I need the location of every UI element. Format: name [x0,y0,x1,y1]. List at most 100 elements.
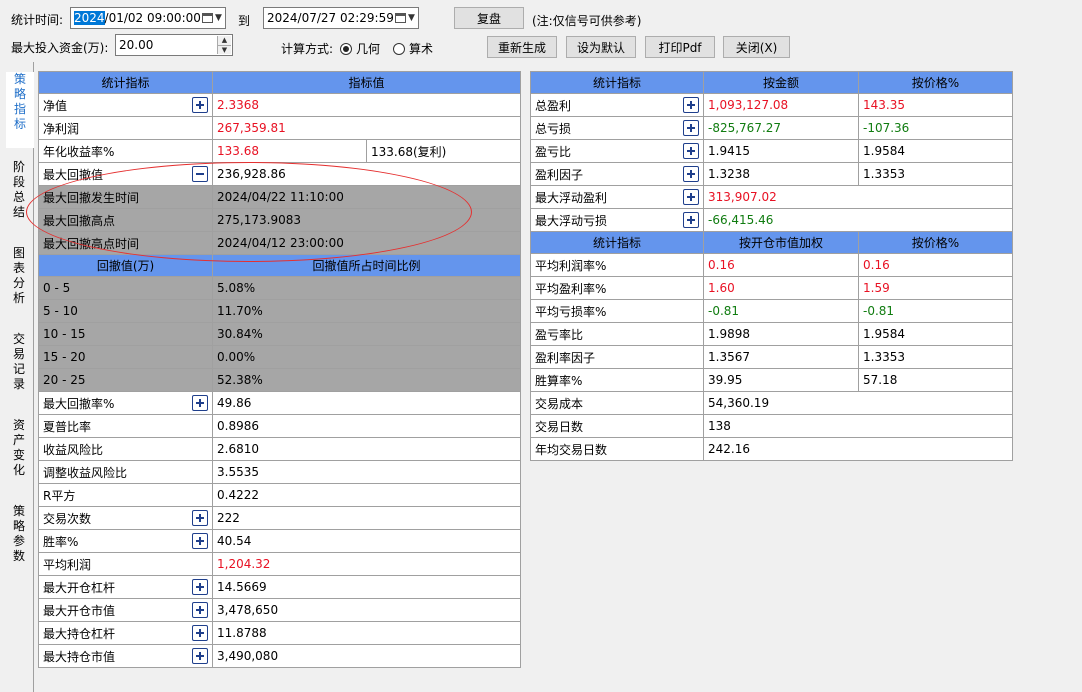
metric-name: 最大持仓市值 [38,644,213,668]
table-row[interactable]: 盈利率因子 1.3567 1.3353 [530,345,1013,369]
plus-box-icon[interactable] [192,510,208,526]
table-row[interactable]: 盈亏比 1.9415 1.9584 [530,139,1013,163]
tab-char: 析 [12,291,25,305]
table-row[interactable]: 交易次数 222 [38,506,522,530]
amount-value: 1.3567 [703,345,859,369]
table-row[interactable]: 夏普比率 0.8986 [38,414,522,438]
metric-name-text: 收益风险比 [43,442,104,457]
table-row[interactable]: R平方 0.4222 [38,483,522,507]
drawdown-row[interactable]: 5 - 10 11.70% [38,299,522,323]
table-row[interactable]: 最大开仓杠杆 14.5669 [38,575,522,599]
plus-box-icon[interactable] [192,625,208,641]
metric-name: 净利润 [38,116,213,140]
print-pdf-button[interactable]: 打印Pdf [645,36,715,58]
table-row[interactable]: 净利润 267,359.81 [38,116,522,140]
plus-box-icon[interactable] [683,97,699,113]
drawdown-row[interactable]: 20 - 25 52.38% [38,368,522,392]
table-row[interactable]: 最大持仓市值 3,490,080 [38,644,522,668]
set-default-button[interactable]: 设为默认 [566,36,636,58]
drawdown-row[interactable]: 0 - 5 5.08% [38,276,522,300]
start-date-picker[interactable]: 2024/01/02 09:00:00 ▼ [70,7,226,29]
radio-arithmetic[interactable]: 算术 [393,40,433,57]
end-date-picker[interactable]: 2024/07/27 02:29:59 ▼ [263,7,419,29]
drawdown-row[interactable]: 15 - 20 0.00% [38,345,522,369]
drawdown-row[interactable]: 10 - 15 30.84% [38,322,522,346]
tab-char: 录 [12,377,25,391]
weighted-header-row: 统计指标 按开仓市值加权 按价格% [530,231,1013,254]
table-row[interactable]: 总亏损 -825,767.27 -107.36 [530,116,1013,140]
tab-phase-summary[interactable]: 阶段总结 [8,160,30,220]
table-row[interactable]: 最大持仓杠杆 11.8788 [38,621,522,645]
review-button[interactable]: 复盘 [454,7,524,29]
radio-checked-icon[interactable] [340,43,352,55]
table-row[interactable]: 最大回撤率% 49.86 [38,391,522,415]
table-row[interactable]: 平均盈利率% 1.60 1.59 [530,276,1013,300]
metric-name-text: R平方 [43,488,76,503]
table-row[interactable]: 胜算率% 39.95 57.18 [530,368,1013,392]
plus-box-icon[interactable] [192,395,208,411]
table-row[interactable]: 最大回撤高点 275,173.9083 [38,208,522,232]
plus-box-icon[interactable] [683,212,699,228]
table-row[interactable]: 最大开仓市值 3,478,650 [38,598,522,622]
table-row[interactable]: 胜率% 40.54 [38,529,522,553]
metric-name: 最大浮动盈利 [530,185,704,209]
plus-box-icon[interactable] [683,166,699,182]
calendar-icon [395,13,407,23]
table-row[interactable]: 最大浮动盈利 313,907.02 [530,185,1013,209]
table-row[interactable]: 年均交易日数 242.16 [530,437,1013,461]
max-capital-input[interactable]: 20.00 ▲ ▼ [115,34,233,56]
plus-box-icon[interactable] [192,533,208,549]
metric-value: 1,204.32 [211,552,522,576]
table-row[interactable]: 最大回撤值 236,928.86 [38,162,522,186]
spin-up-icon[interactable]: ▲ [218,36,231,46]
metric-value: 236,928.86 [211,162,522,186]
table-row[interactable]: 最大回撤发生时间 2024/04/22 11:10:00 [38,185,522,209]
tab-chart-analysis[interactable]: 图表分析 [8,246,30,306]
tab-strategy-metrics[interactable]: 策略指标 [6,72,34,148]
radio-unchecked-icon[interactable] [393,43,405,55]
pct-value: 1.3353 [858,345,1013,369]
minus-box-icon[interactable] [192,166,208,182]
table-row[interactable]: 平均利润 1,204.32 [38,552,522,576]
plus-box-icon[interactable] [192,579,208,595]
tab-asset-changes[interactable]: 资产变化 [8,418,30,478]
tab-char: 标 [13,117,26,131]
plus-box-icon[interactable] [683,143,699,159]
start-date-dropdown[interactable]: ▼ [201,10,223,26]
table-row[interactable]: 交易日数 138 [530,414,1013,438]
table-row[interactable]: 最大浮动亏损 -66,415.46 [530,208,1013,232]
table-row[interactable]: 总盈利 1,093,127.08 143.35 [530,93,1013,117]
metric-name-text: 最大开仓市值 [43,603,116,618]
metric-name-text: 年均交易日数 [535,442,608,457]
regenerate-button[interactable]: 重新生成 [487,36,557,58]
table-row[interactable]: 平均亏损率% -0.81 -0.81 [530,299,1013,323]
table-row[interactable]: 调整收益风险比 3.5535 [38,460,522,484]
close-button[interactable]: 关闭(X) [723,36,790,58]
spin-down-icon[interactable]: ▼ [218,45,231,54]
plus-box-icon[interactable] [192,602,208,618]
table-row[interactable]: 盈亏率比 1.9898 1.9584 [530,322,1013,346]
plus-box-icon[interactable] [192,648,208,664]
plus-box-icon[interactable] [192,97,208,113]
header-metric-value: 指标值 [211,71,522,94]
tab-strategy-params[interactable]: 策略参数 [8,504,30,564]
plus-box-icon[interactable] [683,120,699,136]
table-row[interactable]: 最大回撤高点时间 2024/04/12 23:00:00 [38,231,522,255]
table-row[interactable]: 年化收益率% 133.68 133.68(复利) [38,139,522,163]
table-row[interactable]: 收益风险比 2.6810 [38,437,522,461]
table-row[interactable]: 交易成本 54,360.19 [530,391,1013,415]
radio-geometric[interactable]: 几何 [340,40,380,57]
plus-box-icon[interactable] [683,189,699,205]
stat-time-label: 统计时间: [11,13,64,27]
header-drawdown-range: 回撤值(万) [38,254,213,277]
tab-trade-records[interactable]: 交易记录 [8,332,30,392]
metric-name-text: 平均利润率% [535,258,607,273]
metric-name: 最大回撤率% [38,391,213,415]
table-row[interactable]: 盈利因子 1.3238 1.3353 [530,162,1013,186]
max-capital-spinner[interactable]: ▲ ▼ [217,36,231,54]
drawdown-ratio: 5.08% [211,276,522,300]
metric-name: 最大回撤高点时间 [38,231,213,255]
end-date-dropdown[interactable]: ▼ [394,10,416,26]
table-row[interactable]: 净值 2.3368 [38,93,522,117]
table-row[interactable]: 平均利润率% 0.16 0.16 [530,253,1013,277]
